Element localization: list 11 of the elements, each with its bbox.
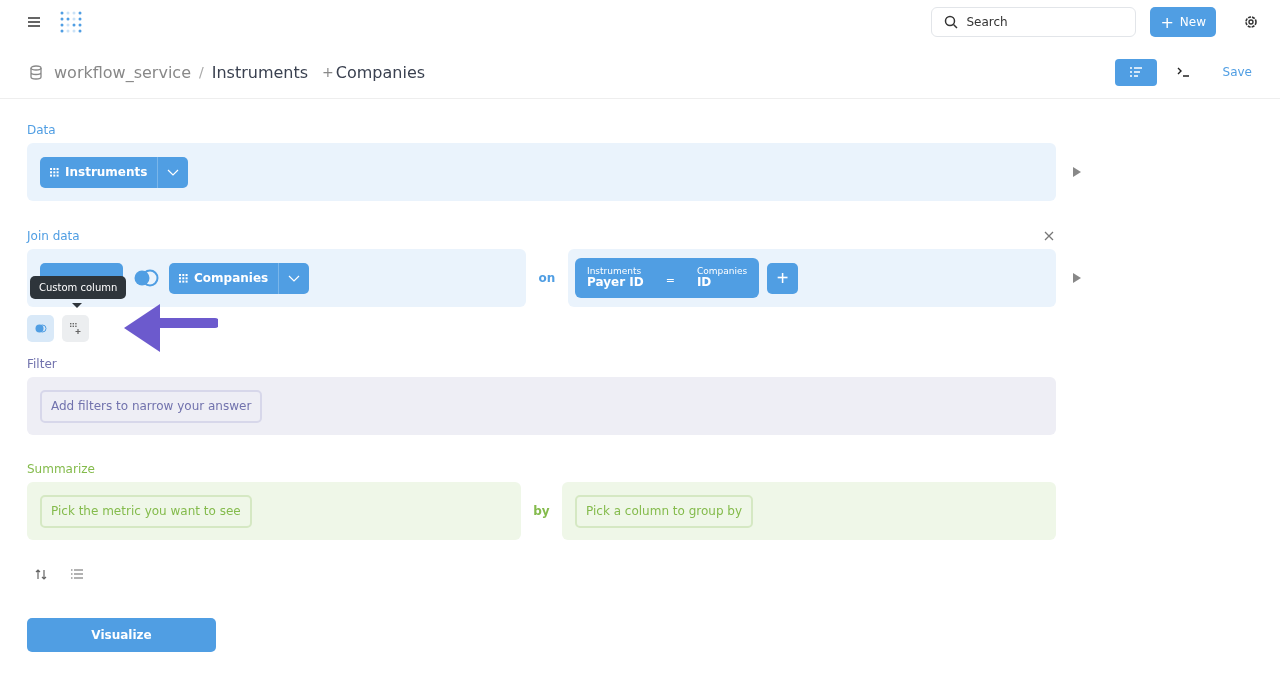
joined-table-name: Companies (335, 62, 426, 82)
join-mark: + (322, 64, 334, 80)
breadcrumb-separator: / (199, 64, 204, 80)
by-label: by (532, 504, 551, 518)
section-label: Filter (27, 357, 58, 371)
section-label: Summarize (27, 462, 96, 476)
tooltip: Custom column (30, 276, 127, 299)
table-name: Instruments (211, 62, 309, 82)
section-label: Data (27, 123, 57, 137)
section-label: Join data (27, 229, 80, 243)
on-label: on (537, 271, 557, 285)
